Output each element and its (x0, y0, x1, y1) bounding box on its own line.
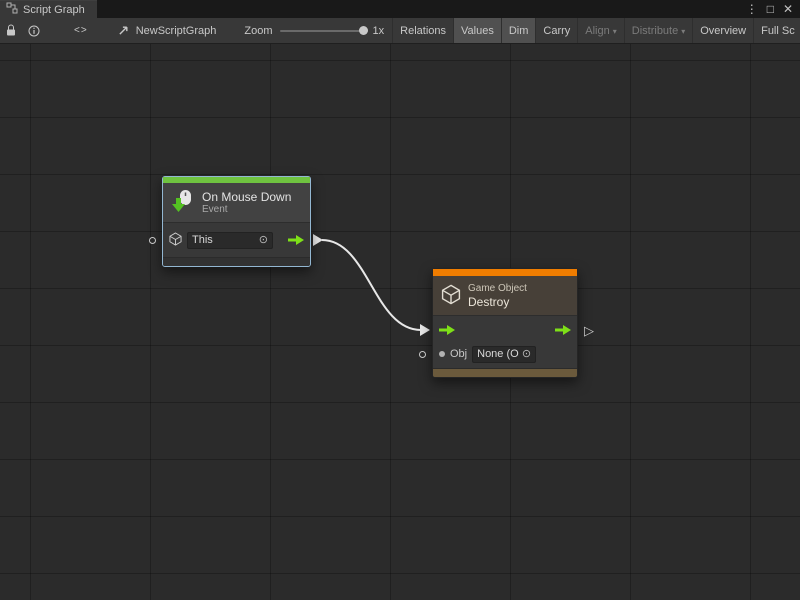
obj-row: Obj None (O ⊙ (439, 342, 571, 366)
code-icon[interactable]: <> (74, 25, 88, 36)
flow-output-port[interactable] (555, 324, 571, 336)
object-picker-icon[interactable]: ⊙ (259, 235, 268, 246)
connection-wire[interactable] (322, 240, 421, 330)
graph-asset-name: NewScriptGraph (136, 25, 217, 37)
gameobject-cube-icon (441, 284, 461, 308)
obj-field-value: None (O (477, 348, 519, 360)
window-controls: ⋮ □ ✕ (746, 0, 800, 18)
value-port-dot[interactable] (439, 351, 445, 357)
obj-input-port[interactable] (419, 351, 426, 358)
wire-end-arrow (420, 324, 430, 336)
graph-asset-icon (118, 23, 131, 39)
node-subtitle: Event (202, 204, 291, 216)
fullscreen-button[interactable]: Full Sc (753, 18, 800, 43)
target-field[interactable]: This ⊙ (187, 232, 273, 249)
overview-button[interactable]: Overview (692, 18, 753, 43)
titlebar: Script Graph ⋮ □ ✕ (0, 0, 800, 18)
node-title: On Mouse Down (202, 190, 291, 204)
zoom-label: Zoom (244, 25, 272, 37)
flow-row (439, 318, 571, 342)
mouse-down-icon (171, 189, 195, 216)
node-footer (433, 368, 577, 377)
dropdown-arrow-icon: ▾ (613, 26, 617, 36)
tab-script-graph[interactable]: Script Graph (0, 0, 97, 18)
destroy-accent-bar (433, 269, 577, 276)
node-on-mouse-down[interactable]: On Mouse Down Event This ⊙ (162, 176, 311, 267)
node-header: On Mouse Down Event (163, 183, 310, 223)
target-field-value: This (192, 234, 256, 246)
align-button: Align ▾ (577, 18, 623, 43)
zoom-value: 1x (373, 25, 385, 37)
zoom-slider[interactable] (280, 30, 368, 32)
object-picker-icon[interactable]: ⊙ (522, 349, 531, 360)
connection-layer (0, 44, 800, 600)
distribute-button: Distribute ▾ (624, 18, 692, 43)
dim-button[interactable]: Dim (501, 18, 536, 43)
maximize-icon[interactable]: □ (767, 3, 774, 15)
wire-start-arrow (313, 234, 323, 246)
graph-asset-button[interactable]: NewScriptGraph (118, 23, 217, 39)
relations-button[interactable]: Relations (392, 18, 453, 43)
toolbar-buttons: Relations Values Dim Carry Align ▾ Distr… (392, 18, 800, 43)
node-header: Game Object Destroy (433, 276, 577, 316)
node-destroy[interactable]: Game Object Destroy (432, 268, 578, 378)
tab-title: Script Graph (23, 4, 85, 16)
target-row: This ⊙ (169, 225, 304, 255)
obj-field[interactable]: None (O ⊙ (472, 346, 536, 363)
node-body: This ⊙ (163, 223, 310, 257)
menu-icon[interactable]: ⋮ (746, 3, 758, 15)
zoom-slider-handle[interactable] (359, 26, 368, 35)
unity-script-graph-window: Script Graph ⋮ □ ✕ <> (0, 0, 800, 600)
dropdown-arrow-icon: ▾ (681, 26, 685, 36)
obj-label: Obj (450, 348, 467, 360)
graph-toolbar: <> NewScriptGraph Zoom 1x Relations Valu… (0, 18, 800, 44)
node-body: Obj None (O ⊙ (433, 316, 577, 368)
graph-canvas[interactable]: On Mouse Down Event This ⊙ (0, 44, 800, 600)
info-icon[interactable] (28, 25, 40, 37)
target-input-port[interactable] (149, 237, 156, 244)
node-category: Game Object (468, 283, 527, 295)
node-footer (163, 257, 310, 266)
node-title: Destroy (468, 295, 527, 309)
carry-button[interactable]: Carry (535, 18, 577, 43)
values-button[interactable]: Values (453, 18, 501, 43)
gameobject-cube-icon (169, 232, 182, 249)
flow-input-port[interactable] (439, 324, 455, 336)
script-graph-icon (6, 2, 18, 17)
lock-icon[interactable] (6, 24, 16, 37)
flow-output-port[interactable] (288, 234, 304, 246)
close-icon[interactable]: ✕ (783, 3, 793, 15)
flow-continuation-icon[interactable]: ▷ (584, 324, 594, 338)
